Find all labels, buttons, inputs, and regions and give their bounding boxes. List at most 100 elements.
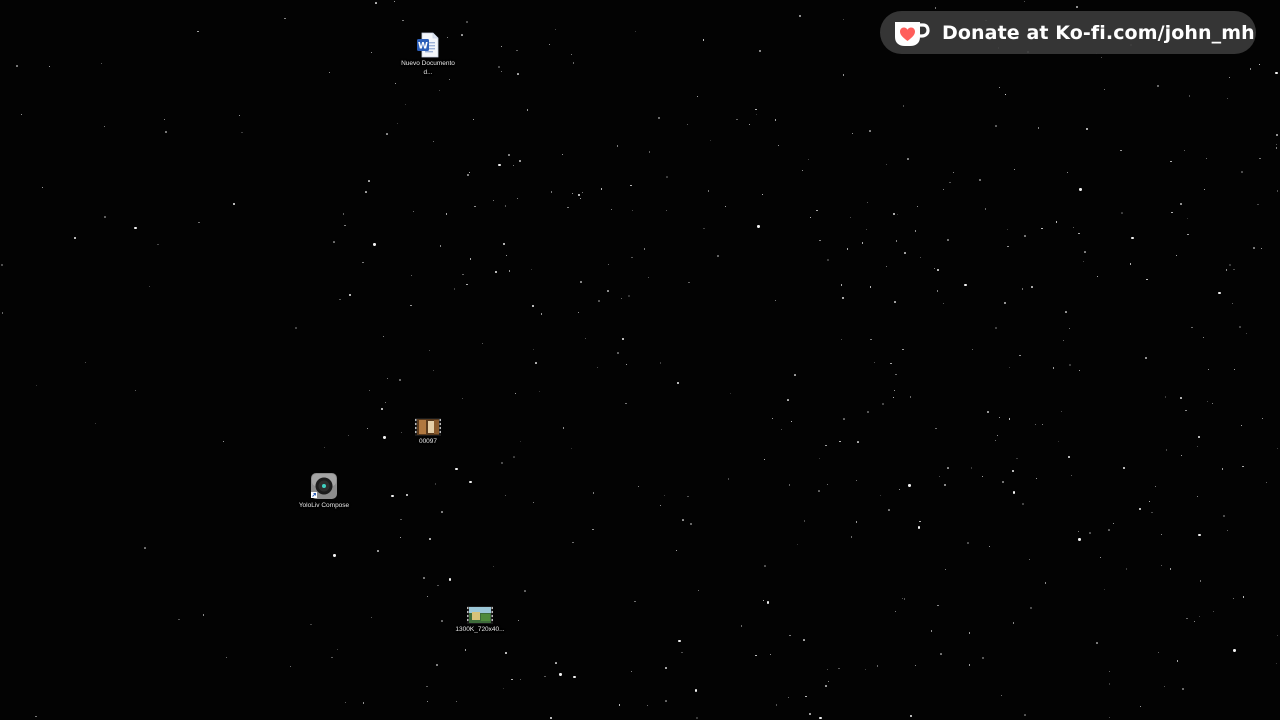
- star: [366, 427, 368, 429]
- star: [1242, 465, 1245, 468]
- star: [391, 494, 394, 498]
- star: [344, 224, 346, 226]
- star: [426, 700, 428, 703]
- star: [1203, 188, 1205, 190]
- star: [1144, 356, 1147, 359]
- star: [944, 484, 946, 486]
- desktop-icon-word-document[interactable]: W Nuevo Documento d...: [396, 32, 460, 77]
- desktop-icon-video-00097[interactable]: 00097: [396, 418, 460, 447]
- star: [659, 362, 662, 364]
- star: [95, 422, 97, 425]
- star: [971, 349, 973, 350]
- star: [818, 239, 821, 242]
- star: [1187, 233, 1189, 236]
- star: [1066, 171, 1069, 174]
- star: [1191, 326, 1193, 328]
- star: [1187, 217, 1189, 220]
- star: [503, 243, 505, 245]
- star: [1238, 326, 1241, 328]
- star: [493, 199, 495, 201]
- star: [1231, 303, 1233, 305]
- star: [1030, 286, 1033, 289]
- star: [816, 210, 818, 212]
- star: [702, 227, 705, 230]
- star: [310, 623, 313, 626]
- star: [893, 397, 894, 398]
- star: [627, 294, 630, 297]
- desktop[interactable]: W Nuevo Documento d... 00097 YoloLiv Com…: [0, 0, 1280, 720]
- star: [936, 268, 940, 272]
- star: [774, 119, 777, 121]
- star: [1, 264, 3, 266]
- star: [757, 225, 760, 228]
- star: [658, 117, 660, 119]
- star: [579, 198, 581, 200]
- star: [842, 418, 845, 420]
- star: [144, 546, 147, 549]
- star: [435, 664, 438, 667]
- star: [290, 665, 292, 667]
- star: [1258, 63, 1260, 65]
- star: [532, 501, 535, 504]
- star: [466, 283, 468, 285]
- star: [748, 123, 750, 126]
- star: [1202, 336, 1204, 338]
- star: [982, 657, 984, 659]
- donate-banner[interactable]: Donate at Ko-fi.com/john_mh: [880, 11, 1256, 54]
- star: [349, 294, 351, 296]
- star: [1212, 610, 1215, 613]
- star: [1052, 366, 1055, 369]
- star: [492, 565, 494, 567]
- star: [467, 174, 470, 176]
- star: [577, 312, 579, 314]
- yololiv-compose-icon: [311, 473, 337, 499]
- star: [1129, 263, 1132, 265]
- star: [432, 140, 435, 143]
- star: [1073, 227, 1075, 229]
- star: [474, 206, 476, 208]
- star: [426, 685, 429, 688]
- star: [611, 208, 613, 210]
- star: [1176, 254, 1178, 256]
- star: [455, 467, 458, 471]
- star: [157, 243, 159, 245]
- desktop-icon-video-1300k[interactable]: 1300K_720x40...: [448, 606, 512, 635]
- star: [1104, 589, 1105, 590]
- star: [1112, 523, 1114, 525]
- star: [953, 172, 955, 174]
- star: [1086, 128, 1088, 130]
- star: [842, 297, 844, 299]
- star: [885, 164, 887, 166]
- star: [936, 290, 939, 292]
- star: [514, 392, 516, 394]
- star: [1012, 622, 1014, 624]
- star: [461, 34, 463, 36]
- star: [1007, 228, 1009, 230]
- star: [1240, 425, 1242, 427]
- star: [1041, 423, 1043, 425]
- star: [827, 258, 830, 261]
- star: [947, 239, 949, 241]
- star: [399, 537, 401, 539]
- star: [1206, 401, 1208, 403]
- star: [370, 51, 372, 53]
- desktop-icon-yololiv-compose[interactable]: YoloLiv Compose: [292, 472, 356, 511]
- star: [100, 62, 102, 64]
- star: [433, 369, 435, 371]
- star: [1183, 149, 1186, 152]
- star: [687, 123, 689, 125]
- star: [533, 349, 535, 351]
- star: [617, 351, 620, 354]
- star: [1016, 457, 1018, 460]
- star: [202, 614, 205, 616]
- star: [1076, 6, 1078, 8]
- star: [507, 154, 510, 156]
- star: [771, 418, 773, 420]
- star: [1037, 126, 1040, 129]
- star: [1170, 160, 1172, 163]
- star: [799, 15, 801, 17]
- star: [1148, 501, 1150, 502]
- star: [909, 396, 912, 398]
- star: [592, 492, 595, 494]
- star: [494, 270, 498, 274]
